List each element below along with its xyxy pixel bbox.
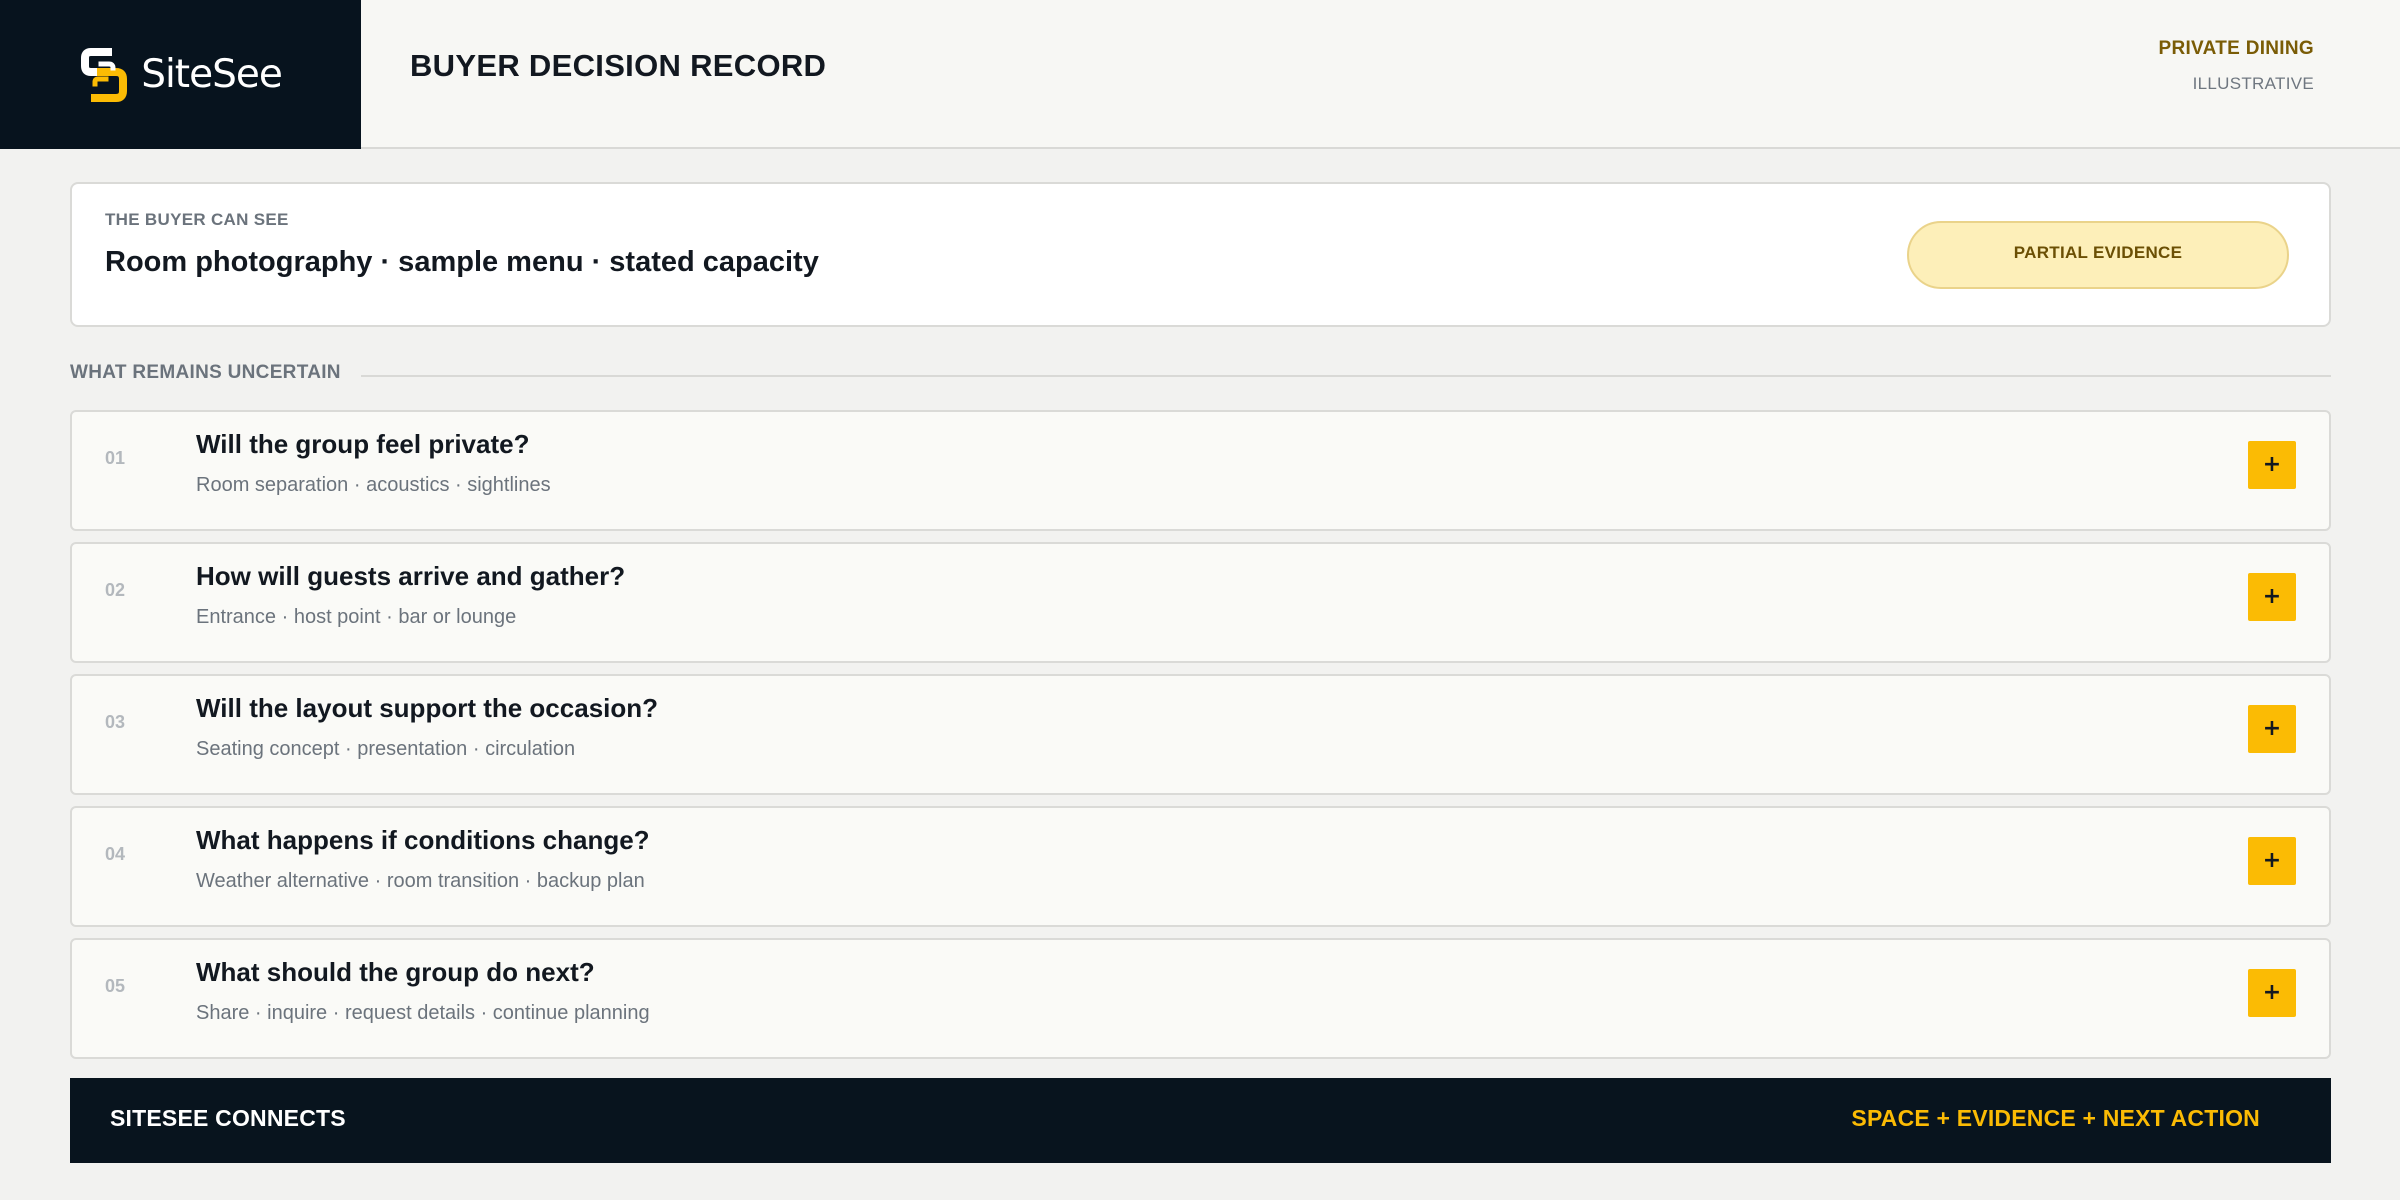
question-row[interactable]: 05 What should the group do next? Share …: [70, 938, 2331, 1059]
page-title: BUYER DECISION RECORD: [410, 48, 827, 83]
question-title: Will the group feel private?: [196, 429, 530, 459]
footer-brand-label: SITESEE CONNECTS: [110, 1105, 346, 1131]
question-detail: Entrance · host point · bar or lounge: [196, 606, 517, 628]
question-detail: Room separation · acoustics · sightlines: [196, 474, 551, 496]
question-number: 03: [105, 712, 126, 732]
question-row[interactable]: 03 Will the layout support the occasion?…: [70, 674, 2331, 795]
page-header: SiteSee BUYER DECISION RECORD PRIVATE DI…: [0, 0, 2400, 149]
status-badge: PARTIAL EVIDENCE: [1907, 221, 2289, 289]
footer-tagline: SPACE + EVIDENCE + NEXT ACTION: [1851, 1105, 2260, 1131]
question-number: 05: [105, 976, 126, 996]
question-detail: Seating concept · presentation · circula…: [196, 738, 576, 760]
question-list: 01 Will the group feel private? Room sep…: [70, 410, 2331, 1070]
question-row[interactable]: 01 Will the group feel private? Room sep…: [70, 410, 2331, 531]
section-title: WHAT REMAINS UNCERTAIN: [70, 362, 341, 383]
question-number: 01: [105, 448, 126, 468]
question-row[interactable]: 04 What happens if conditions change? We…: [70, 806, 2331, 927]
expand-button[interactable]: +: [2248, 837, 2296, 885]
question-detail: Weather alternative · room transition · …: [196, 870, 645, 892]
brand-name: SiteSee: [141, 52, 283, 97]
header-meta: PRIVATE DINING ILLUSTRATIVE: [2158, 38, 2314, 94]
sitesee-logo-icon: [81, 47, 128, 102]
evidence-label: THE BUYER CAN SEE: [105, 210, 289, 229]
question-number: 02: [105, 580, 126, 600]
illustrative-label: ILLUSTRATIVE: [2192, 74, 2314, 93]
expand-button[interactable]: +: [2248, 441, 2296, 489]
section-header: WHAT REMAINS UNCERTAIN: [70, 362, 2331, 384]
expand-button[interactable]: +: [2248, 573, 2296, 621]
footer-bar: SITESEE CONNECTS SPACE + EVIDENCE + NEXT…: [70, 1078, 2331, 1163]
brand-logo[interactable]: SiteSee: [0, 0, 361, 149]
section-divider: [360, 375, 2331, 377]
question-title: How will guests arrive and gather?: [196, 561, 626, 591]
expand-button[interactable]: +: [2248, 969, 2296, 1017]
question-number: 04: [105, 844, 126, 864]
question-row[interactable]: 02 How will guests arrive and gather? En…: [70, 542, 2331, 663]
question-detail: Share · inquire · request details · cont…: [196, 1002, 650, 1024]
question-title: Will the layout support the occasion?: [196, 693, 659, 723]
evidence-card: THE BUYER CAN SEE Room photography · sam…: [70, 182, 2331, 327]
question-title: What happens if conditions change?: [196, 825, 650, 855]
evidence-summary: Room photography · sample menu · stated …: [105, 246, 819, 278]
question-title: What should the group do next?: [196, 957, 595, 987]
expand-button[interactable]: +: [2248, 705, 2296, 753]
category-label: PRIVATE DINING: [2158, 38, 2314, 59]
